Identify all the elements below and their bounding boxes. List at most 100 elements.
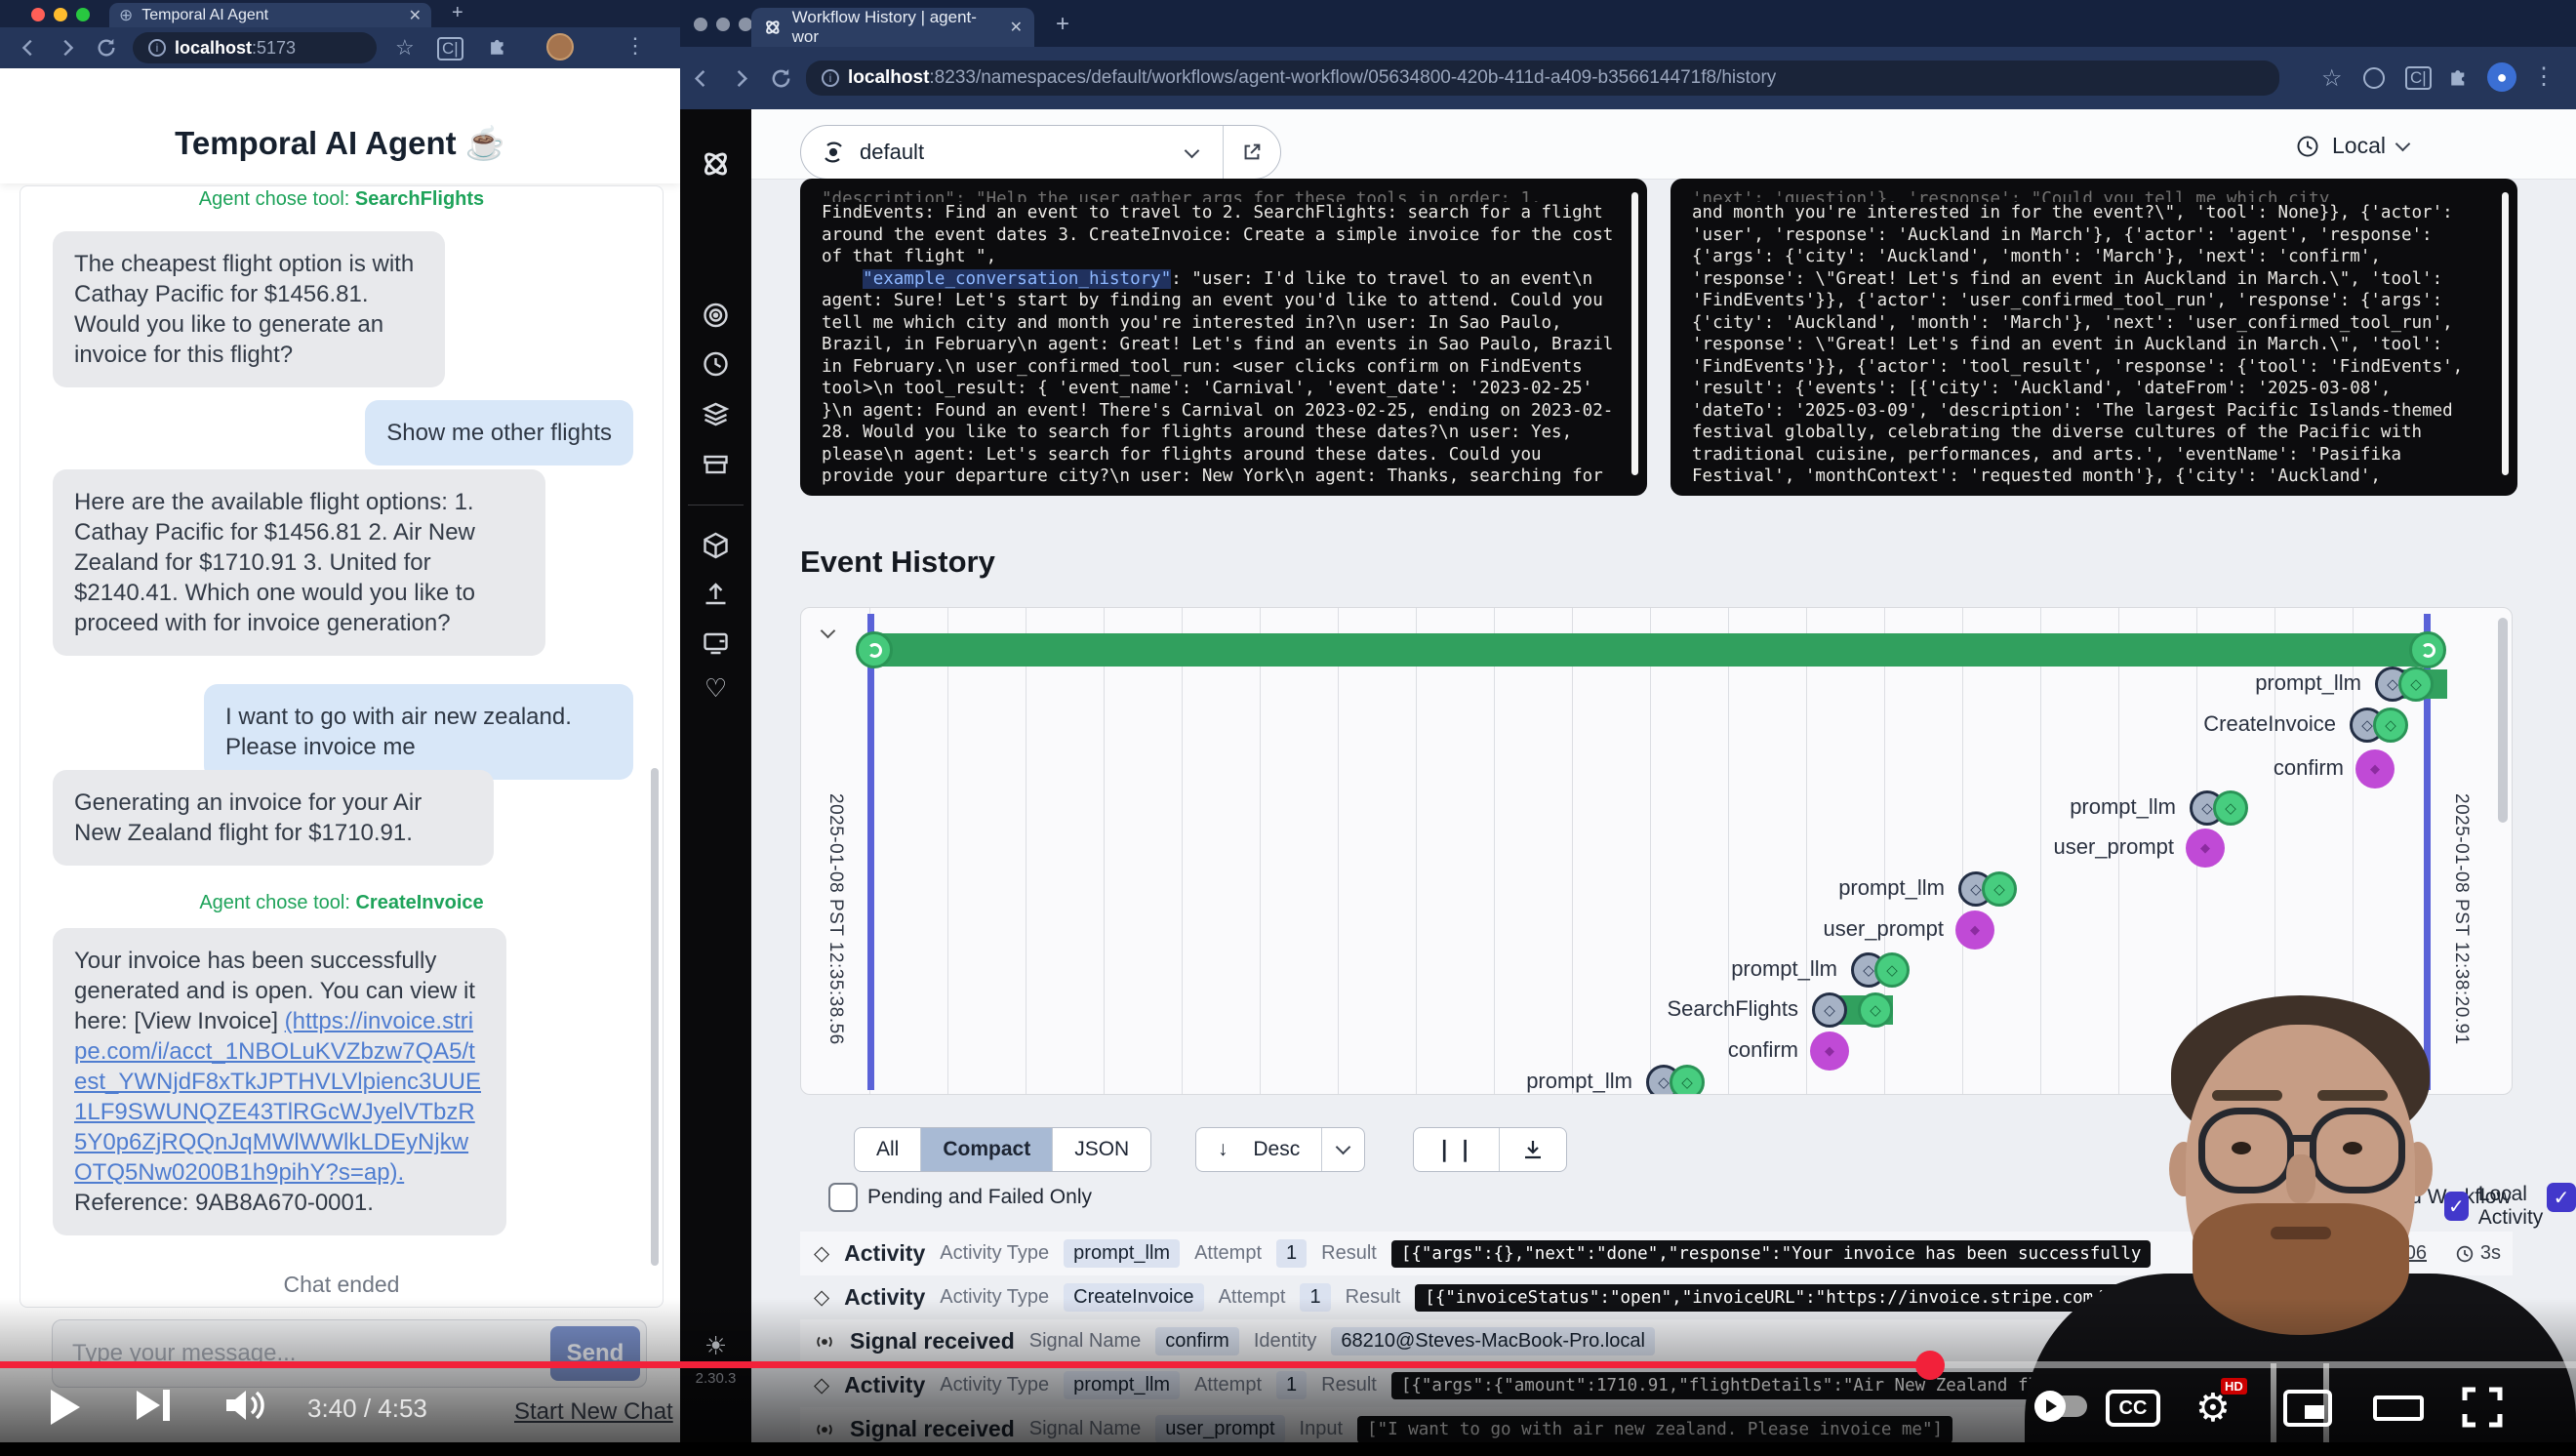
pause-button[interactable]: ❘❘: [1414, 1128, 1500, 1171]
open-external-icon[interactable]: [1241, 142, 1263, 163]
chat-ended-status: Chat ended: [20, 1272, 663, 1298]
activity-completed-marker[interactable]: ◇: [2373, 708, 2408, 743]
browser-tab[interactable]: ⊕ Temporal AI Agent ✕: [109, 3, 431, 27]
video-progress-played[interactable]: [0, 1361, 1930, 1368]
timeline-scrollbar[interactable]: [2498, 618, 2508, 823]
extension-badge-icon[interactable]: C|: [2405, 66, 2432, 90]
field-label: Attempt: [1194, 1242, 1262, 1265]
mouth: [2271, 1227, 2331, 1239]
batch-operations-icon[interactable]: [680, 398, 751, 427]
browser-menu-kebab-icon[interactable]: ⋮: [2532, 62, 2556, 91]
address-bar[interactable]: i localhost:5173: [133, 32, 377, 63]
workflows-icon[interactable]: [680, 301, 751, 330]
browser-menu-kebab-icon[interactable]: ⋮: [624, 33, 646, 59]
deployments-cube-icon[interactable]: [680, 531, 751, 560]
minimize-window-button[interactable]: [716, 18, 730, 31]
close-tab-icon[interactable]: ✕: [409, 6, 422, 25]
chat-scrollbar[interactable]: [651, 768, 659, 1266]
favorites-heart-icon[interactable]: ♡: [680, 673, 751, 704]
import-upload-icon[interactable]: [680, 580, 751, 609]
namespace-icon: [821, 140, 846, 165]
workflow-execution-bar[interactable]: [873, 633, 2428, 667]
workflow-input-code-left[interactable]: "description": "Help the user gather arg…: [800, 179, 1647, 496]
signal-marker[interactable]: ◆: [1810, 1031, 1849, 1071]
activity-completed-marker[interactable]: ◇: [1982, 871, 2017, 907]
video-letterbox: [0, 1442, 2576, 1456]
tab-json[interactable]: JSON: [1053, 1128, 1150, 1171]
settings-button[interactable]: ⚙ HD: [2195, 1386, 2231, 1431]
tab-compact[interactable]: Compact: [921, 1128, 1053, 1171]
nose: [2286, 1154, 2315, 1203]
minimize-window-button[interactable]: [54, 8, 67, 21]
invoice-link[interactable]: (https://invoice.stripe.com/i/acct_1NBOL…: [74, 1008, 481, 1186]
code-scrollbar[interactable]: [2502, 192, 2509, 475]
workflow-start-marker[interactable]: [856, 631, 893, 668]
activity-scheduled-marker[interactable]: ◇: [1812, 992, 1847, 1028]
download-button[interactable]: [1500, 1128, 1566, 1171]
checkbox-unchecked[interactable]: [828, 1183, 858, 1212]
theater-mode-button[interactable]: [2373, 1395, 2424, 1421]
play-button[interactable]: [51, 1390, 80, 1425]
signal-marker[interactable]: ◆: [2186, 829, 2225, 868]
new-tab-button[interactable]: +: [1056, 11, 1069, 38]
signal-marker[interactable]: ◆: [1955, 910, 1994, 950]
autoplay-toggle[interactable]: [2034, 1395, 2087, 1417]
close-window-button[interactable]: [694, 18, 707, 31]
zoom-window-button[interactable]: [76, 8, 90, 21]
timezone-select[interactable]: Local: [2295, 133, 2408, 159]
chevron-down-icon: [2395, 136, 2411, 151]
arrow-down-icon: ↓: [1218, 1138, 1228, 1161]
new-tab-button[interactable]: +: [452, 2, 463, 24]
browser-tab[interactable]: Workflow History | agent-wor ✕: [751, 8, 1034, 47]
signal-marker[interactable]: ◆: [2355, 749, 2395, 789]
fullscreen-button[interactable]: [2461, 1386, 2504, 1429]
bookmark-star-icon[interactable]: ☆: [395, 35, 415, 61]
captions-button[interactable]: CC: [2106, 1390, 2160, 1427]
activity-completed-marker[interactable]: ◇: [1874, 952, 1910, 988]
workflow-end-marker[interactable]: [2409, 631, 2446, 668]
site-info-icon[interactable]: i: [822, 69, 839, 87]
next-button[interactable]: [137, 1390, 170, 1421]
profile-avatar[interactable]: [546, 33, 574, 61]
collapse-chevron-icon[interactable]: [821, 624, 836, 639]
zoom-window-button[interactable]: [739, 18, 752, 31]
close-tab-icon[interactable]: ✕: [1010, 18, 1023, 37]
schedules-icon[interactable]: [680, 349, 751, 379]
address-bar[interactable]: i localhost:8233/namespaces/default/work…: [806, 61, 2279, 96]
activity-completed-marker[interactable]: ◇: [2398, 667, 2434, 702]
temporal-logo-icon[interactable]: [680, 146, 751, 182]
activity-completed-marker[interactable]: ◇: [1670, 1065, 1705, 1095]
activity-completed-marker[interactable]: ◇: [1858, 992, 1893, 1028]
site-info-icon[interactable]: i: [148, 39, 166, 57]
feedback-monitor-icon[interactable]: [680, 628, 751, 658]
activity-completed-marker[interactable]: ◇: [2213, 790, 2248, 826]
close-window-button[interactable]: [31, 8, 45, 21]
bookmark-star-icon[interactable]: ☆: [2321, 64, 2343, 93]
volume-icon[interactable]: [222, 1386, 265, 1425]
video-progress-remaining[interactable]: [1930, 1361, 2576, 1368]
extension-eye-icon[interactable]: [2363, 67, 2385, 89]
video-progress-handle[interactable]: [1915, 1351, 1945, 1380]
extension-badge-icon[interactable]: C|: [437, 37, 463, 61]
sort-chevron-button[interactable]: [1322, 1128, 1364, 1171]
back-icon[interactable]: [690, 67, 712, 90]
reload-icon[interactable]: [96, 37, 117, 59]
profile-avatar[interactable]: ●: [2487, 62, 2516, 92]
pause-download-control: ❘❘: [1413, 1127, 1567, 1172]
back-icon[interactable]: [18, 37, 39, 59]
code-scrollbar[interactable]: [1631, 192, 1638, 475]
forward-icon[interactable]: [730, 67, 752, 90]
forward-icon[interactable]: [57, 37, 78, 59]
workflow-input-code-right[interactable]: 'next': 'question'}, 'response': "Could …: [1670, 179, 2517, 496]
miniplayer-button[interactable]: [2283, 1390, 2332, 1427]
sort-desc-button[interactable]: ↓ Desc: [1196, 1128, 1322, 1171]
timeline-event-label: prompt_llm: [801, 1069, 1632, 1094]
archive-icon[interactable]: [680, 449, 751, 478]
tab-all[interactable]: All: [855, 1128, 921, 1171]
namespace-value: default: [860, 140, 924, 165]
extensions-puzzle-icon[interactable]: [488, 36, 509, 58]
extensions-puzzle-icon[interactable]: [2448, 66, 2471, 89]
reload-icon[interactable]: [770, 67, 792, 90]
namespace-select[interactable]: default: [800, 125, 1281, 180]
pending-failed-filter[interactable]: Pending and Failed Only: [828, 1183, 1092, 1212]
